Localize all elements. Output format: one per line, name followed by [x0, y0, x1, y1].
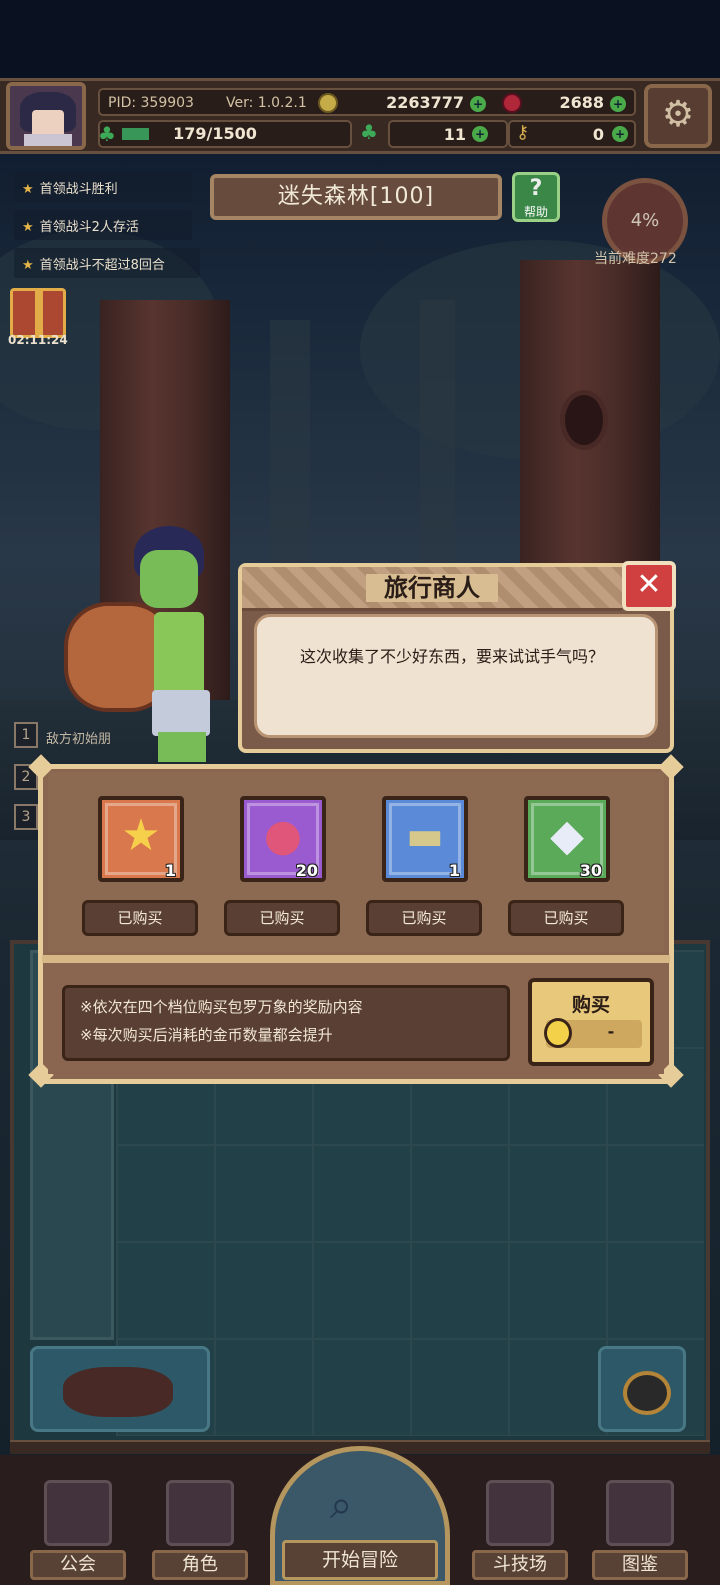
nav-arena-label: 斗技场 — [472, 1550, 568, 1580]
item-quantity: 30 — [579, 861, 602, 880]
gift-timer: 02:11:24 — [8, 333, 68, 347]
crystal-icon: ◆ — [550, 810, 584, 861]
player-avatar[interactable] — [6, 82, 86, 150]
settings-gear-icon[interactable]: ⚙ — [644, 84, 712, 148]
merchant-character — [58, 522, 218, 762]
hint-number: 3 — [14, 804, 38, 830]
character-legs — [158, 732, 206, 762]
gem-icon — [502, 93, 522, 113]
start-adventure-button[interactable]: 开始冒险 — [282, 1540, 438, 1580]
hint-number: 1 — [14, 722, 38, 748]
difficulty-label: 当前难度272 — [594, 251, 677, 267]
fruit-icon: ● — [263, 810, 303, 861]
add-gold-icon[interactable]: + — [470, 96, 486, 112]
game-version: Ver: 1.0.2.1 — [226, 95, 307, 111]
campfire-tile[interactable] — [598, 1346, 686, 1432]
purchased-badge: 已购买 — [508, 900, 624, 936]
shop-divider — [42, 955, 670, 963]
shop-item-chest[interactable]: ▬ 1 — [382, 796, 468, 882]
buy-price: - — [607, 1022, 615, 1041]
help-label: 帮助 — [523, 205, 548, 219]
stamina-icon: ♣ — [98, 122, 116, 146]
item-quantity: 1 — [448, 861, 460, 880]
top-strip — [0, 0, 720, 78]
clover-count: 11 — [443, 125, 466, 144]
stump-tile[interactable] — [30, 1346, 210, 1432]
merchant-title-bar: 旅行商人 — [242, 567, 622, 611]
shop-note: ※每次购买后消耗的金币数量都会提升 — [80, 1026, 333, 1044]
key-box: ⚷ 0 + — [508, 120, 636, 148]
buy-label: 购买 — [571, 994, 610, 1016]
merchant-speech-box — [254, 614, 658, 738]
player-resources-row: ♣ 179/1500 ♣ 11 + ⚷ 0 + — [98, 120, 636, 148]
nav-codex[interactable]: 图鉴 — [592, 1480, 688, 1580]
stamina-bar: ♣ 179/1500 — [98, 120, 352, 148]
star-icon: ★ — [121, 810, 161, 861]
merchant-title: 旅行商人 — [366, 574, 498, 602]
quest-item: ★ 首领战斗胜利 — [14, 172, 192, 202]
add-gem-icon[interactable]: + — [610, 96, 626, 112]
character-pants — [152, 690, 210, 736]
add-clover-icon[interactable]: + — [472, 126, 488, 142]
key-count: 0 — [592, 125, 604, 144]
stamina-fill — [122, 128, 149, 140]
key-icon: ⚷ — [516, 122, 530, 143]
star-icon: ★ — [22, 220, 34, 235]
gold-coin-icon — [318, 93, 338, 113]
guild-icon — [44, 1480, 112, 1546]
nav-codex-label: 图鉴 — [592, 1550, 688, 1580]
character-body — [154, 612, 204, 702]
gift-box-icon[interactable] — [10, 288, 66, 338]
quest-item: ★ 首领战斗不超过8回合 — [14, 248, 200, 278]
character-head — [140, 550, 198, 608]
swords-icon — [486, 1480, 554, 1546]
star-icon: ★ — [22, 182, 34, 197]
nav-guild-label: 公会 — [30, 1550, 126, 1580]
player-id: PID: 359903 — [108, 95, 194, 111]
merchant-message: 这次收集了不少好东西，要来试试手气吗？ — [300, 647, 605, 666]
clover-icon: ♣ — [360, 120, 378, 144]
gem-amount: 2688 — [559, 93, 604, 112]
magnifier-icon: ⌕ — [330, 1482, 353, 1528]
purchased-badge: 已购买 — [224, 900, 340, 936]
chest-icon: ▬ — [406, 813, 444, 859]
gold-amount: 2263777 — [386, 93, 464, 112]
shop-item-crystal[interactable]: ◆ 30 — [524, 796, 610, 882]
avatar-shirt — [24, 134, 72, 146]
gold-coin-icon — [544, 1018, 572, 1048]
item-quantity: 1 — [164, 861, 176, 880]
purchased-badge: 已购买 — [82, 900, 198, 936]
question-icon: ? — [529, 176, 543, 201]
codex-icon — [606, 1480, 674, 1546]
shop-item-star[interactable]: ★ 1 — [98, 796, 184, 882]
stage-title: 迷失森林[100] — [210, 174, 502, 220]
tree-hollow — [560, 390, 608, 450]
clover-box: 11 + — [388, 120, 508, 148]
nav-character[interactable]: 角色 — [152, 1480, 248, 1580]
quest-item: ★ 首领战斗2人存活 — [14, 210, 192, 240]
stamina-value: 179/1500 — [173, 124, 257, 143]
close-icon[interactable]: ✕ — [622, 561, 676, 611]
purchased-badge: 已购买 — [366, 900, 482, 936]
star-icon: ★ — [22, 258, 34, 273]
help-button[interactable]: ? 帮助 — [512, 172, 560, 222]
item-quantity: 20 — [295, 861, 318, 880]
player-info-row: PID: 359903 Ver: 1.0.2.1 2263777 + 2688 … — [98, 88, 636, 116]
shop-item-fruit[interactable]: ● 20 — [240, 796, 326, 882]
shop-note: ※依次在四个档位购买包罗万象的奖励内容 — [80, 998, 363, 1016]
character-icon — [166, 1480, 234, 1546]
add-key-icon[interactable]: + — [612, 126, 628, 142]
nav-arena[interactable]: 斗技场 — [472, 1480, 568, 1580]
nav-guild[interactable]: 公会 — [30, 1480, 126, 1580]
nav-character-label: 角色 — [152, 1550, 248, 1580]
